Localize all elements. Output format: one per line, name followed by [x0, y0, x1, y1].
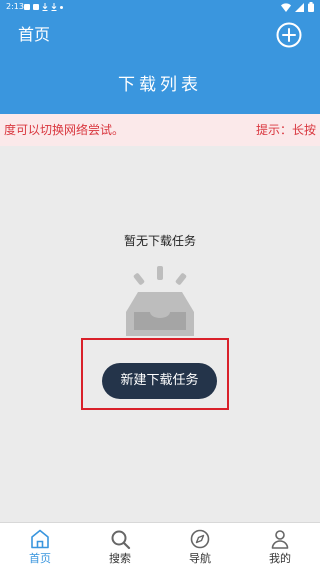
home-icon [31, 529, 49, 549]
compass-icon [190, 529, 210, 549]
battery-icon [308, 2, 314, 12]
nav-item-navigation[interactable]: 导航 [160, 523, 240, 569]
nav-label-navigation: 导航 [189, 552, 211, 565]
system-status-icons [281, 2, 314, 12]
more-notifications-dot [60, 5, 63, 9]
nav-label-mine: 我的 [269, 552, 291, 565]
add-download-button[interactable] [276, 22, 302, 48]
image-notification-icon [24, 4, 30, 10]
empty-inbox-icon [126, 266, 194, 336]
nav-item-home[interactable]: 首页 [0, 523, 80, 569]
search-icon [111, 530, 131, 550]
signal-icon [295, 2, 304, 12]
app-header: 2:13 首页 下载列表 [0, 0, 320, 114]
notice-hint: 提示：长按 [255, 123, 316, 137]
header-home-label: 首页 [18, 25, 51, 44]
bottom-nav: 首页 搜索 导航 我的 [0, 522, 320, 569]
app-notification-icon [33, 4, 39, 10]
status-bar: 2:13 [0, 0, 320, 14]
notice-text: 度可以切换网络尝试。 [4, 123, 125, 137]
nav-label-search: 搜索 [109, 552, 131, 565]
notice-bar: 度可以切换网络尝试。 提示：长按 [0, 114, 320, 146]
new-download-task-button[interactable]: 新建下载任务 [102, 363, 217, 399]
empty-state-message: 暂无下载任务 [123, 234, 196, 248]
wifi-icon [281, 2, 291, 12]
user-icon [271, 530, 289, 549]
nav-item-mine[interactable]: 我的 [240, 523, 320, 569]
download-notification-icon [42, 3, 48, 11]
notification-icons [24, 3, 63, 11]
page-title: 下载列表 [118, 75, 202, 95]
download-notification-icon-2 [51, 3, 57, 11]
nav-item-search[interactable]: 搜索 [80, 523, 160, 569]
status-time: 2:13 [6, 2, 24, 11]
nav-label-home: 首页 [29, 552, 51, 565]
